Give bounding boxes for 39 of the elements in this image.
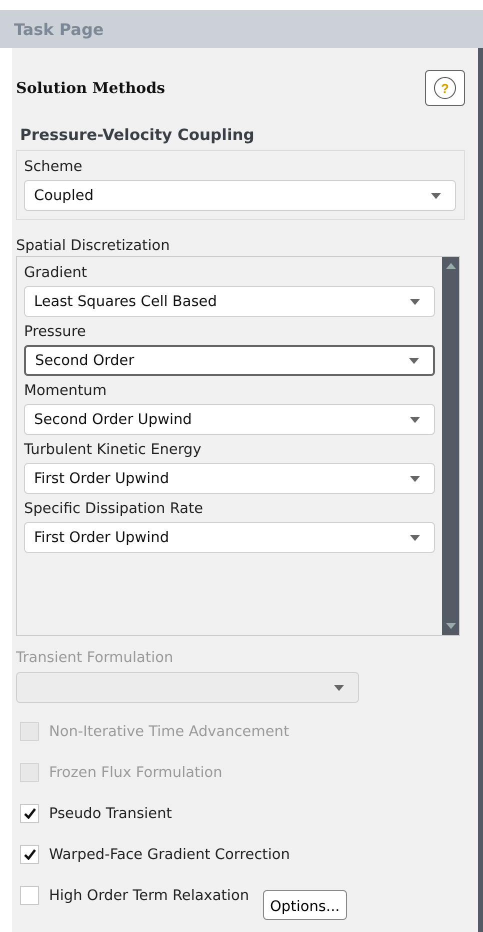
caret-icon: [410, 534, 420, 540]
header-title: Task Page: [14, 20, 104, 38]
dropdown[interactable]: First Order Upwind: [24, 463, 435, 494]
options-button[interactable]: Options...: [263, 890, 347, 920]
caret-icon: [410, 298, 420, 304]
checkbox[interactable]: [20, 886, 39, 905]
caret-icon: [409, 358, 419, 364]
checkmark-icon: [24, 849, 36, 860]
checkbox-label: Frozen Flux Formulation: [49, 764, 222, 780]
caret-icon: [410, 476, 420, 482]
caret-icon: [431, 192, 441, 198]
dropdown[interactable]: Second Order: [24, 345, 435, 376]
dropdown[interactable]: Least Squares Cell Based: [24, 286, 435, 317]
checkbox-label: High Order Term Relaxation: [49, 888, 250, 904]
section-title: Pressure-Velocity Coupling: [20, 126, 256, 144]
dropdown[interactable]: First Order Upwind: [24, 522, 435, 553]
checkbox-label: Non-Iterative Time Advancement: [49, 724, 290, 740]
field-label: Specific Dissipation Rate: [24, 501, 204, 517]
panel-title: Solution Methods: [16, 79, 166, 97]
scroll-up-icon[interactable]: [446, 263, 456, 269]
field-label: Scheme: [24, 159, 84, 175]
caret-icon: [410, 416, 420, 422]
field-label: Transient Formulation: [16, 650, 174, 666]
checkbox-label: Pseudo Transient: [49, 806, 172, 822]
checkbox[interactable]: [20, 845, 39, 864]
checkbox-label: Warped-Face Gradient Correction: [49, 846, 290, 862]
checkbox[interactable]: [20, 804, 39, 823]
field-label: Turbulent Kinetic Energy: [24, 442, 202, 458]
caret-icon: [334, 684, 344, 690]
dropdown[interactable]: Second Order Upwind: [24, 404, 435, 435]
scrollbar[interactable]: [478, 48, 483, 932]
dropdown[interactable]: Coupled: [24, 180, 456, 211]
field-label: Momentum: [24, 383, 108, 399]
checkmark-icon: [24, 808, 36, 819]
scroll-down-icon[interactable]: [446, 623, 456, 629]
field-label: Pressure: [24, 324, 87, 340]
field-label: Gradient: [24, 265, 88, 281]
section-label: Spatial Discretization: [16, 238, 171, 254]
scrollbar[interactable]: [442, 257, 459, 635]
